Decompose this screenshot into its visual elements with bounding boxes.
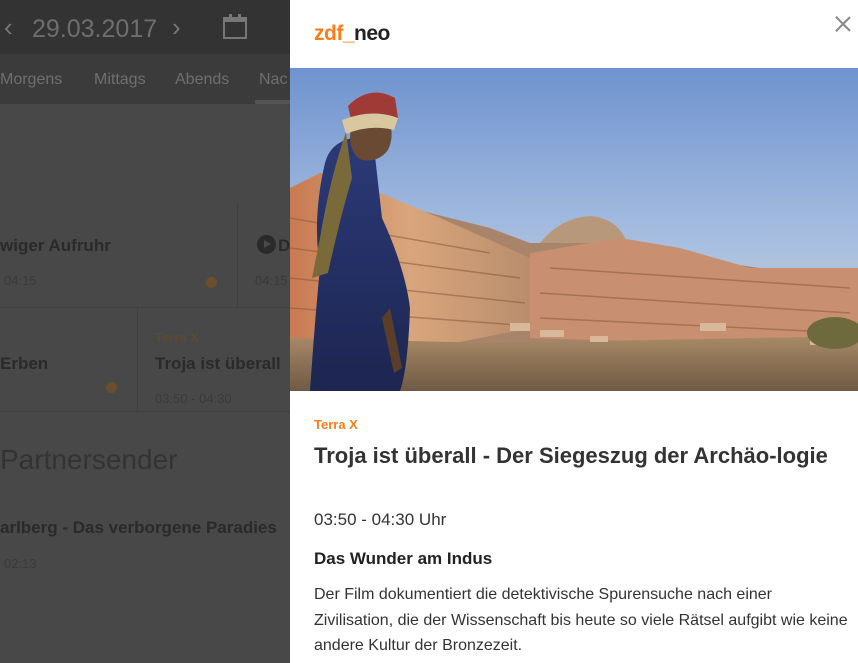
- date-label[interactable]: 29.03.2017: [32, 14, 157, 44]
- tab-morgens[interactable]: Morgens: [0, 71, 62, 89]
- channel-logo: zdf_neo: [314, 22, 390, 46]
- program-genre: Terra X: [314, 417, 358, 432]
- program-time: 02:13: [4, 556, 37, 571]
- program-title: Troja ist überall - Der Siegeszug der Ar…: [314, 443, 828, 468]
- program-time: 03:50 - 04:30 Uhr: [314, 510, 447, 529]
- chevron-right-icon[interactable]: ›: [172, 12, 181, 42]
- tab-abends[interactable]: Abends: [175, 71, 229, 89]
- program-description: Der Film dokumentiert die detektivische …: [314, 586, 848, 654]
- program-genre: Terra X: [155, 330, 199, 345]
- date-navigation-bar: ‹ 29.03.2017 ›: [0, 0, 290, 54]
- logo-neo: neo: [354, 22, 390, 45]
- program-time: 04:15: [4, 273, 37, 288]
- program-title: D: [278, 236, 290, 255]
- calendar-icon[interactable]: [223, 14, 247, 39]
- program-title: arlberg - Das verborgene Paradies: [0, 518, 277, 537]
- tab-nacht[interactable]: Nac: [259, 71, 287, 89]
- program-card[interactable]: Terra X Troja ist überall 03:50 - 04:30: [138, 308, 290, 412]
- program-card[interactable]: arlberg - Das verborgene Paradies 02:13: [0, 502, 290, 582]
- play-icon[interactable]: [257, 235, 276, 254]
- tab-mittags[interactable]: Mittags: [94, 71, 146, 89]
- program-time: 03:50 - 04:30: [155, 391, 232, 406]
- program-card[interactable]: Erben: [0, 308, 138, 412]
- program-card[interactable]: wiger Aufruhr 04:15: [0, 204, 238, 308]
- program-card[interactable]: D 04:15: [238, 204, 290, 308]
- schedule-grid: wiger Aufruhr 04:15 D 04:15 Erben Terra …: [0, 104, 290, 663]
- program-title: Erben: [0, 354, 49, 373]
- program-image: [290, 68, 858, 391]
- live-indicator: [206, 277, 217, 288]
- program-detail-panel: zdf_neo Terra X Troja ist überall - Der …: [290, 0, 858, 663]
- live-indicator: [106, 382, 117, 393]
- program-title: Troja ist überall: [155, 354, 281, 373]
- logo-zdf: zdf_: [314, 22, 355, 45]
- daypart-tabs: Morgens Mittags Abends Nac: [0, 54, 290, 104]
- program-time: 04:15: [255, 273, 288, 288]
- program-title: wiger Aufruhr: [0, 236, 111, 255]
- close-icon[interactable]: [833, 14, 853, 34]
- section-title: Partnersender: [0, 444, 178, 475]
- episode-subtitle: Das Wunder am Indus: [314, 549, 493, 568]
- program-guide-background: ‹ 29.03.2017 › Morgens Mittags Abends Na…: [0, 0, 290, 663]
- chevron-left-icon[interactable]: ‹: [4, 12, 13, 42]
